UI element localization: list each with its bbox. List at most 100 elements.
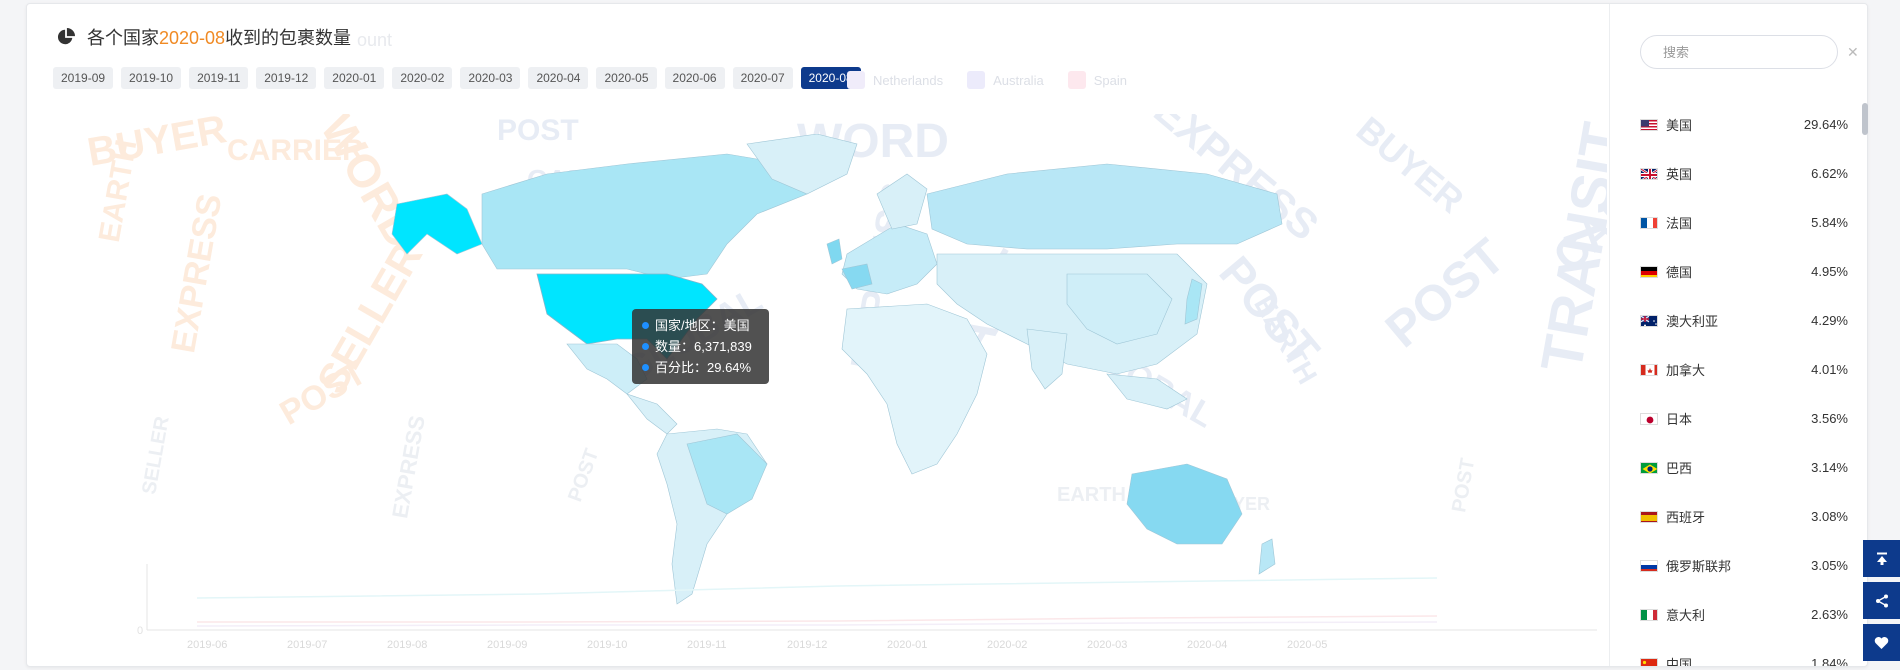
month-selector: 2019-09 2019-10 2019-11 2019-12 2020-01 2020-… bbox=[53, 67, 861, 89]
country-item-au[interactable]: 澳大利亚 4.29% bbox=[1610, 296, 1856, 345]
country-item-us[interactable]: 美国 29.64% bbox=[1610, 100, 1856, 149]
cn-flag-icon bbox=[1640, 657, 1658, 666]
br-flag-icon bbox=[1640, 461, 1658, 474]
legend-item[interactable]: Netherlands bbox=[847, 71, 943, 89]
au-flag-icon bbox=[1640, 314, 1658, 327]
chart-title: 各个国家2020-08收到的包裹数量 bbox=[87, 28, 352, 48]
de-flag-icon bbox=[1640, 265, 1658, 278]
country-name: 德国 bbox=[1666, 265, 1693, 280]
country-name: 英国 bbox=[1666, 167, 1693, 182]
tooltip-percent: 百分比：29.64% bbox=[655, 360, 752, 375]
region-central-america bbox=[626, 393, 678, 435]
month-tab-2020-04[interactable]: 2020-04 bbox=[528, 67, 589, 89]
country-name: 美国 bbox=[1666, 118, 1693, 133]
axis-tick-label: 2020-02 bbox=[987, 639, 1027, 651]
month-tab-2019-09[interactable]: 2019-09 bbox=[53, 67, 114, 89]
gb-flag-icon bbox=[1640, 167, 1658, 180]
country-item-cn[interactable]: 中国 1.84% bbox=[1610, 639, 1856, 667]
country-percent: 3.05% bbox=[1811, 558, 1848, 573]
country-percent: 1.84% bbox=[1811, 656, 1848, 667]
pie-chart-icon bbox=[57, 28, 75, 45]
month-tab-2020-05[interactable]: 2020-05 bbox=[596, 67, 657, 89]
axis-tick-label: 2019-09 bbox=[487, 639, 527, 651]
country-item-fr[interactable]: 法国 5.84% bbox=[1610, 198, 1856, 247]
it-flag-icon bbox=[1640, 608, 1658, 621]
close-icon[interactable]: ✕ bbox=[1847, 44, 1859, 61]
country-item-br[interactable]: 巴西 3.14% bbox=[1610, 443, 1856, 492]
country-name: 澳大利亚 bbox=[1666, 314, 1719, 329]
country-item-it[interactable]: 意大利 2.63% bbox=[1610, 590, 1856, 639]
axis-tick-label: 2020-01 bbox=[887, 639, 927, 651]
month-tab-2020-03[interactable]: 2020-03 bbox=[460, 67, 521, 89]
axis-tick-label: 2019-08 bbox=[387, 639, 427, 651]
es-flag-icon bbox=[1640, 510, 1658, 523]
legend-item[interactable]: Australia bbox=[967, 71, 1044, 89]
sidebar-scrollbar[interactable] bbox=[1862, 103, 1868, 135]
region-canada bbox=[481, 153, 808, 280]
month-tab-2020-01[interactable]: 2020-01 bbox=[324, 67, 385, 89]
legend-label: Spain bbox=[1093, 72, 1127, 88]
us-flag-icon bbox=[1640, 118, 1658, 131]
region-southeast-asia bbox=[1106, 373, 1188, 410]
country-name: 俄罗斯联邦 bbox=[1666, 559, 1732, 574]
search-input[interactable] bbox=[1663, 44, 1839, 60]
tooltip-count: 数量：6,371,839 bbox=[655, 339, 752, 354]
country-item-es[interactable]: 西班牙 3.08% bbox=[1610, 492, 1856, 541]
share-icon bbox=[1875, 594, 1888, 607]
favorite-button[interactable] bbox=[1863, 624, 1900, 661]
month-tab-2019-12[interactable]: 2019-12 bbox=[256, 67, 317, 89]
ghost-title: ount bbox=[357, 30, 393, 50]
legend-swatch bbox=[847, 71, 865, 89]
axis-tick-label: 2019-12 bbox=[787, 639, 827, 651]
legend-label: Australia bbox=[993, 72, 1044, 88]
country-percent: 2.63% bbox=[1811, 607, 1848, 622]
axis-tick-label: 2020-03 bbox=[1087, 639, 1127, 651]
month-tab-2020-02[interactable]: 2020-02 bbox=[392, 67, 453, 89]
country-item-ca[interactable]: 加拿大 4.01% bbox=[1610, 345, 1856, 394]
country-name: 加拿大 bbox=[1666, 363, 1706, 378]
legend-label: Netherlands bbox=[873, 72, 944, 88]
share-button[interactable] bbox=[1863, 582, 1900, 619]
country-item-ru[interactable]: 俄罗斯联邦 3.05% bbox=[1610, 541, 1856, 590]
axis-tick-label: 2019-06 bbox=[187, 639, 227, 651]
country-name: 法国 bbox=[1666, 216, 1693, 231]
month-tab-2020-07[interactable]: 2020-07 bbox=[732, 67, 793, 89]
ca-flag-icon bbox=[1640, 363, 1658, 376]
country-percent: 29.64% bbox=[1803, 117, 1848, 132]
legend-item[interactable]: Spain bbox=[1067, 71, 1127, 89]
country-percent: 4.29% bbox=[1811, 313, 1848, 328]
axis-tick-label: 2020-05 bbox=[1287, 639, 1327, 651]
country-percent: 3.56% bbox=[1811, 411, 1848, 426]
tooltip-region: 国家/地区：美国 bbox=[655, 318, 750, 333]
country-percent: 3.08% bbox=[1811, 509, 1848, 524]
country-list: 美国 29.64% 英国 6.62% 法国 5.84% 德国 4.95% 澳大利亚 4.29% 加拿… bbox=[1610, 100, 1856, 667]
region-uk bbox=[826, 238, 843, 265]
timeline-axis: 0 2019-06 2019-07 2019-08 2019-09 2019-10 201… bbox=[137, 564, 1597, 651]
country-name: 巴西 bbox=[1666, 461, 1693, 476]
axis-tick-label: 2019-10 bbox=[587, 639, 627, 651]
month-tab-2020-06[interactable]: 2020-06 bbox=[664, 67, 725, 89]
axis-tick-label: 2019-11 bbox=[687, 639, 727, 651]
region-russia bbox=[926, 163, 1283, 250]
legend-swatch bbox=[1067, 71, 1086, 89]
ru-flag-icon bbox=[1640, 559, 1658, 572]
axis-tick-label: 2019-07 bbox=[287, 639, 327, 651]
country-name: 西班牙 bbox=[1666, 510, 1706, 525]
month-tab-2019-11[interactable]: 2019-11 bbox=[189, 67, 249, 89]
region-alaska bbox=[391, 193, 483, 255]
legend-swatch bbox=[967, 71, 986, 89]
country-item-jp[interactable]: 日本 3.56% bbox=[1610, 394, 1856, 443]
country-percent: 4.01% bbox=[1811, 362, 1848, 377]
country-item-gb[interactable]: 英国 6.62% bbox=[1610, 149, 1856, 198]
dashboard-card: BUYER EARTH EXPRESS CARRIER WORD SELLER … bbox=[26, 3, 1868, 667]
back-to-top-icon bbox=[1876, 552, 1887, 565]
world-map bbox=[391, 134, 1283, 605]
country-percent: 6.62% bbox=[1811, 166, 1848, 181]
search-box[interactable]: ✕ bbox=[1640, 35, 1859, 69]
axis-tick-label: 2020-04 bbox=[1187, 639, 1227, 651]
country-item-de[interactable]: 德国 4.95% bbox=[1610, 247, 1856, 296]
back-to-top-button[interactable] bbox=[1863, 540, 1900, 577]
axis-zero: 0 bbox=[137, 625, 143, 637]
month-tab-2019-10[interactable]: 2019-10 bbox=[121, 67, 182, 89]
region-africa bbox=[841, 303, 988, 475]
